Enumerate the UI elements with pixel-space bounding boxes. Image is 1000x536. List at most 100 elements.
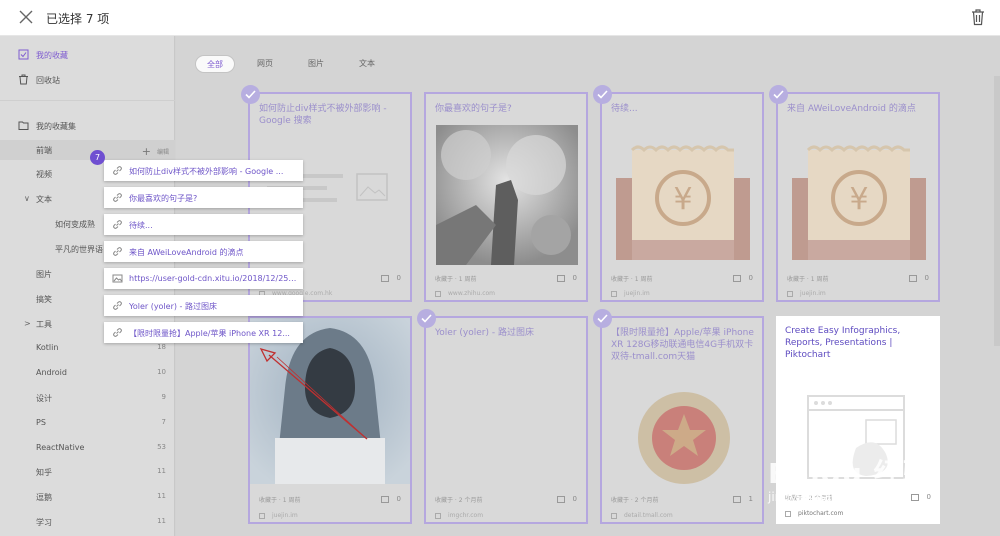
- sidebar-item-reactnative[interactable]: ReactNative 53: [0, 438, 175, 458]
- site-icon: [785, 510, 791, 517]
- sidebar-item-label: 工具: [36, 320, 52, 329]
- scrollbar[interactable]: [994, 76, 1000, 346]
- sidebar-item-label: 图片: [36, 270, 52, 279]
- selected-item[interactable]: https://user-gold-cdn.xitu.io/2018/12/25…: [104, 268, 303, 289]
- card-domain: imgchr.com: [435, 512, 483, 519]
- link-icon: [113, 193, 122, 202]
- sidebar-item-design[interactable]: 设计 9: [0, 388, 175, 408]
- card-domain: piktochart.com: [785, 510, 843, 517]
- grid-icon: [556, 495, 565, 503]
- sidebar-item-favorites[interactable]: 我的收藏: [0, 45, 175, 65]
- sidebar-item-recycle[interactable]: 回收站: [0, 70, 175, 90]
- selected-item[interactable]: 如何防止div样式不被外部影响 - Google ...: [104, 160, 303, 181]
- sidebar-item-label: 前端: [36, 146, 52, 155]
- selected-check-icon[interactable]: [241, 85, 260, 104]
- sidebar-divider: [0, 100, 175, 101]
- sidebar-item-ps[interactable]: PS 7: [0, 413, 175, 433]
- close-icon[interactable]: [18, 9, 34, 25]
- site-icon: [435, 290, 441, 297]
- sidebar-item-label: Android: [36, 368, 67, 377]
- bookmark-card[interactable]: 你最喜欢的句子是? 收藏于 · 1 周前 0 www.zhihu.com: [424, 92, 588, 302]
- yuan-ticket-icon: ¥: [792, 145, 926, 260]
- watermark-url: jingyan.baidu.com: [768, 490, 879, 504]
- edit-link[interactable]: 编辑: [157, 149, 169, 156]
- card-meta: 收藏于 · 1 周前: [611, 276, 653, 283]
- selected-check-icon[interactable]: [769, 85, 788, 104]
- site-icon: [611, 290, 617, 297]
- card-title: 你最喜欢的句子是?: [435, 104, 512, 114]
- sidebar-item-count: 11: [157, 517, 166, 525]
- sidebar-item-frontend[interactable]: 前端 + 编辑: [0, 140, 175, 160]
- selected-item[interactable]: Yoler (yoler) - 路过图床: [104, 295, 303, 316]
- svg-text:¥: ¥: [849, 182, 868, 217]
- filter-tab-all[interactable]: 全部: [195, 55, 235, 73]
- selection-title: 已选择 7 项: [46, 12, 110, 26]
- selected-check-icon[interactable]: [417, 309, 436, 328]
- filter-tab-image[interactable]: 图片: [298, 55, 334, 73]
- card-meta: 收藏于 · 2 个月前: [435, 497, 483, 504]
- card-count: 0: [380, 274, 401, 282]
- plus-icon[interactable]: +: [142, 145, 151, 158]
- card-meta: 收藏于 · 1 周前: [435, 276, 477, 283]
- link-icon: [113, 301, 122, 310]
- image-icon: [112, 274, 123, 283]
- site-icon: [259, 512, 265, 519]
- sidebar-item-goose[interactable]: 逗鹅 11: [0, 487, 175, 507]
- baidu-watermark: Baidu 经验 jingyan.baidu.com: [768, 452, 932, 504]
- chevron-down-icon[interactable]: ∨: [24, 194, 30, 203]
- grid-icon: [556, 274, 565, 282]
- sidebar-item-zhihu[interactable]: 知乎 11: [0, 462, 175, 482]
- sidebar-item-label: 设计: [36, 394, 52, 403]
- sidebar-item-label: 我的收藏: [36, 51, 68, 60]
- bookmark-card[interactable]: 来自 AWeiLoveAndroid 的滴点 ¥ 收藏于 · 1 周前 0 ju…: [776, 92, 940, 302]
- sidebar-item-label: 平凡的世界语: [55, 245, 103, 254]
- sidebar-collections-header[interactable]: 我的收藏集: [0, 116, 175, 136]
- selected-item-title: Yoler (yoler) - 路过图床: [129, 302, 217, 311]
- link-icon: [113, 247, 122, 256]
- card-count: 0: [556, 274, 577, 282]
- folder-icon: [18, 121, 29, 130]
- watermark-brand: Baidu 经验: [768, 457, 932, 490]
- sidebar-item-label: 学习: [36, 518, 52, 527]
- product-badge-image: [638, 392, 730, 484]
- chevron-right-icon[interactable]: >: [24, 319, 31, 328]
- sidebar-item-label: PS: [36, 418, 46, 427]
- selected-check-icon[interactable]: [593, 309, 612, 328]
- sidebar-item-label: Kotlin: [36, 343, 59, 352]
- card-domain: www.zhihu.com: [435, 290, 495, 297]
- card-count: 0: [556, 495, 577, 503]
- selected-item[interactable]: 【限时限量抢】Apple/苹果 iPhone XR 12...: [104, 322, 303, 343]
- site-icon: [435, 512, 441, 519]
- link-icon: [113, 166, 122, 175]
- selected-item[interactable]: 来自 AWeiLoveAndroid 的滴点: [104, 241, 303, 262]
- bookmark-card[interactable]: 待续... ¥ 收藏于 · 1 周前 0 juejin.im: [600, 92, 764, 302]
- sidebar-item-study[interactable]: 学习 11: [0, 512, 175, 532]
- link-icon: [113, 220, 122, 229]
- recycle-bin-icon: [19, 74, 28, 85]
- sidebar-item-label: 我的收藏集: [36, 122, 76, 131]
- trash-icon[interactable]: [971, 8, 985, 26]
- selected-check-icon[interactable]: [593, 85, 612, 104]
- filter-tab-text[interactable]: 文本: [349, 55, 385, 73]
- card-count: 0: [380, 495, 401, 503]
- selected-item-title: 【限时限量抢】Apple/苹果 iPhone XR 12...: [129, 329, 290, 338]
- card-domain: juejin.im: [787, 290, 826, 297]
- bookmark-card[interactable]: 【限时限量抢】Apple/苹果 iPhone XR 128G移动联通电信4G手机…: [600, 316, 764, 524]
- selected-item[interactable]: 待续...: [104, 214, 303, 235]
- selected-item-title: 待续...: [129, 221, 153, 230]
- card-count: 0: [732, 274, 753, 282]
- sidebar-item-label: 文本: [36, 195, 52, 204]
- grid-icon: [732, 274, 741, 282]
- sidebar-item-label: 搞笑: [36, 295, 52, 304]
- selected-item-title: https://user-gold-cdn.xitu.io/2018/12/25…: [129, 274, 297, 283]
- selected-item[interactable]: 你最喜欢的句子是?: [104, 187, 303, 208]
- sidebar-item-android[interactable]: Android 10: [0, 363, 175, 383]
- grid-icon: [380, 495, 389, 503]
- bookmark-card[interactable]: Yoler (yoler) - 路过图床 收藏于 · 2 个月前 0 imgch…: [424, 316, 588, 524]
- card-domain: juejin.im: [611, 290, 650, 297]
- sidebar-item-label: 知乎: [36, 468, 52, 477]
- sidebar-item-label: ReactNative: [36, 443, 85, 452]
- annotation-arrow-icon: [259, 347, 368, 440]
- top-bar: 已选择 7 项: [0, 0, 1000, 36]
- filter-tab-web[interactable]: 网页: [247, 55, 283, 73]
